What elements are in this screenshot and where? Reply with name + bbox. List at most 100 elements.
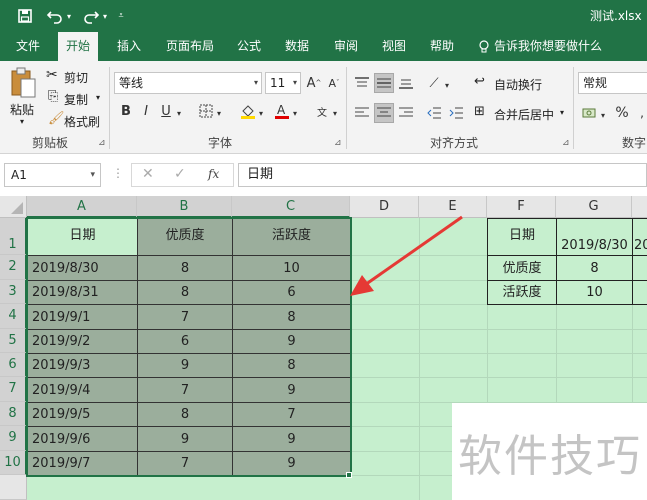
- orientation-icon[interactable]: ⟋: [424, 73, 444, 93]
- row-header-7[interactable]: 7: [0, 377, 27, 402]
- row-header-2[interactable]: 2: [0, 255, 27, 280]
- decrease-indent-icon[interactable]: [424, 103, 444, 123]
- font-size-select[interactable]: 11 ▾: [265, 72, 301, 94]
- transposed-header-date[interactable]: 日期: [488, 224, 556, 248]
- row-header-10[interactable]: 10: [0, 451, 27, 475]
- percent-button[interactable]: %: [612, 103, 632, 123]
- comma-style-icon[interactable]: ,: [632, 103, 647, 123]
- borders-icon[interactable]: [196, 101, 216, 121]
- tab-insert[interactable]: 插入: [117, 32, 141, 61]
- align-middle-icon[interactable]: [374, 73, 394, 93]
- redo-dropdown-icon[interactable]: ▾: [100, 5, 110, 27]
- cell-activity[interactable]: 9: [233, 452, 350, 476]
- row-header-4[interactable]: 4: [0, 304, 27, 329]
- name-box[interactable]: A1 ▾: [4, 163, 101, 187]
- font-launcher-icon[interactable]: ⊿: [334, 138, 342, 148]
- formula-input[interactable]: 日期: [238, 163, 647, 187]
- undo-icon[interactable]: [44, 5, 66, 27]
- font-color-icon[interactable]: A: [272, 101, 292, 121]
- column-header-a[interactable]: A: [27, 196, 137, 218]
- tab-page-layout[interactable]: 页面布局: [166, 32, 214, 61]
- align-right-icon[interactable]: [396, 103, 416, 123]
- row-header-8[interactable]: 8: [0, 402, 27, 426]
- table-header-activity[interactable]: 活跃度: [233, 224, 350, 248]
- cell-quality[interactable]: 9: [138, 428, 232, 452]
- tell-me-search[interactable]: 告诉我你想要做什么: [494, 32, 602, 61]
- transposed-quality-value[interactable]: 8: [557, 257, 632, 281]
- currency-icon[interactable]: [580, 103, 600, 123]
- cell-quality[interactable]: 7: [138, 379, 232, 403]
- currency-dropdown-icon[interactable]: ▾: [598, 105, 608, 125]
- tab-view[interactable]: 视图: [382, 32, 406, 61]
- row-header-6[interactable]: 6: [0, 353, 27, 377]
- column-header-f[interactable]: F: [487, 196, 556, 218]
- merge-center-button[interactable]: ⊞ 合并后居中 ▾: [474, 103, 570, 123]
- cell-quality[interactable]: 7: [138, 306, 232, 330]
- wrap-text-button[interactable]: ↩ 自动换行: [474, 73, 554, 93]
- redo-icon[interactable]: [80, 5, 102, 27]
- cell-activity[interactable]: 10: [233, 257, 350, 281]
- tab-file[interactable]: 文件: [16, 32, 40, 61]
- transposed-date-value[interactable]: 2019/8/30: [557, 234, 632, 258]
- italic-button[interactable]: I: [136, 101, 156, 121]
- cell-activity[interactable]: 7: [233, 403, 350, 427]
- transposed-activity-value[interactable]: 10: [557, 281, 632, 305]
- align-left-icon[interactable]: [352, 103, 372, 123]
- underline-dropdown-icon[interactable]: ▾: [174, 103, 184, 123]
- phonetic-icon[interactable]: 文: [312, 101, 332, 121]
- fill-color-icon[interactable]: [238, 101, 258, 121]
- cell-date[interactable]: 2019/9/1: [32, 306, 90, 330]
- table-header-quality[interactable]: 优质度: [138, 224, 232, 248]
- font-color-dropdown-icon[interactable]: ▾: [290, 103, 300, 123]
- insert-function-icon[interactable]: fx: [208, 167, 219, 181]
- column-header-b[interactable]: B: [137, 196, 232, 218]
- cell-activity[interactable]: 6: [233, 281, 350, 305]
- row-header-5[interactable]: 5: [0, 329, 27, 353]
- cell-quality[interactable]: 8: [138, 403, 232, 427]
- cell-quality[interactable]: 8: [138, 257, 232, 281]
- row-header-11[interactable]: [0, 475, 27, 500]
- cell-date[interactable]: 2019/8/31: [32, 281, 99, 305]
- increase-indent-icon[interactable]: [446, 103, 466, 123]
- cell-date[interactable]: 2019/9/6: [32, 428, 90, 452]
- cell-quality[interactable]: 9: [138, 354, 232, 378]
- enter-icon[interactable]: ✓: [174, 166, 186, 182]
- cell-activity[interactable]: 9: [233, 330, 350, 354]
- borders-dropdown-icon[interactable]: ▾: [214, 103, 224, 123]
- cell-activity[interactable]: 9: [233, 379, 350, 403]
- align-center-icon[interactable]: [374, 103, 394, 123]
- phonetic-dropdown-icon[interactable]: ▾: [330, 103, 340, 123]
- column-header-c[interactable]: C: [232, 196, 350, 218]
- cell-date[interactable]: 2019/9/7: [32, 452, 90, 476]
- bold-button[interactable]: B: [116, 101, 136, 121]
- cut-button[interactable]: ✂ 剪切: [46, 67, 106, 87]
- format-painter-button[interactable]: 🖌 格式刷: [46, 111, 106, 131]
- cell-date[interactable]: 2019/8/30: [32, 257, 99, 281]
- cell-date[interactable]: 2019/9/2: [32, 330, 90, 354]
- select-all-corner[interactable]: [0, 196, 27, 218]
- align-bottom-icon[interactable]: [396, 73, 416, 93]
- tab-review[interactable]: 审阅: [334, 32, 358, 61]
- column-header-h[interactable]: [632, 196, 647, 218]
- cell-activity[interactable]: 9: [233, 428, 350, 452]
- cell-date[interactable]: 2019/9/5: [32, 403, 90, 427]
- align-top-icon[interactable]: [352, 73, 372, 93]
- row-header-1[interactable]: 1: [0, 218, 27, 255]
- column-header-g[interactable]: G: [556, 196, 632, 218]
- tab-data[interactable]: 数据: [285, 32, 309, 61]
- save-icon[interactable]: [14, 5, 36, 27]
- paste-button[interactable]: 粘贴 ▾: [8, 67, 42, 129]
- drag-handle-icon[interactable]: ⋮: [112, 166, 124, 180]
- orientation-dropdown-icon[interactable]: ▾: [442, 75, 452, 95]
- cell-quality[interactable]: 6: [138, 330, 232, 354]
- cancel-icon[interactable]: ✕: [142, 166, 154, 182]
- undo-dropdown-icon[interactable]: ▾: [64, 5, 74, 27]
- row-header-9[interactable]: 9: [0, 426, 27, 451]
- cell-activity[interactable]: 8: [233, 354, 350, 378]
- transposed-date-value-truncated[interactable]: 20: [634, 234, 647, 258]
- transposed-header-activity[interactable]: 活跃度: [488, 281, 556, 305]
- fill-color-dropdown-icon[interactable]: ▾: [256, 103, 266, 123]
- underline-button[interactable]: U: [156, 101, 176, 121]
- cell-date[interactable]: 2019/9/3: [32, 354, 90, 378]
- number-format-select[interactable]: 常规: [578, 72, 647, 94]
